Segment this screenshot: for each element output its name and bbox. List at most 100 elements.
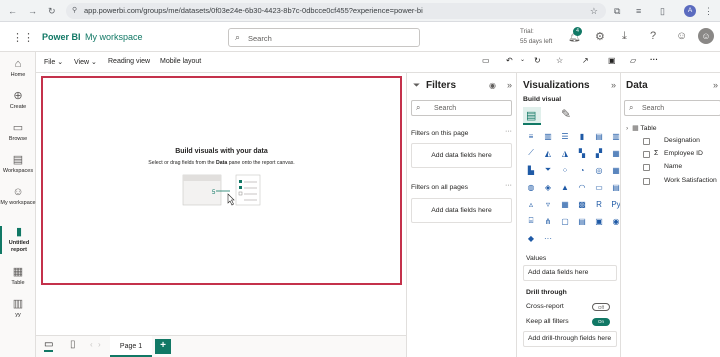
donut-icon[interactable]: ◎ [593, 164, 605, 176]
share-icon[interactable]: ↗ [582, 56, 589, 65]
refresh-icon[interactable]: ↻ [48, 5, 56, 17]
global-search[interactable]: ⌕ Search [228, 28, 420, 47]
site-info-icon[interactable]: ⚲ [72, 3, 77, 19]
app-launcher-icon[interactable]: ⋮⋮ [12, 31, 34, 44]
gauge-icon[interactable]: ◠ [576, 181, 588, 193]
get-more-visuals-icon[interactable]: ··· [542, 232, 554, 244]
bookmark-icon[interactable]: ☆ [556, 56, 563, 65]
workspace-link[interactable]: My workspace [85, 32, 143, 42]
undo-dropdown-icon[interactable]: ⌄ [520, 56, 525, 63]
drill-through-drop-zone[interactable]: Add drill-through fields here [523, 331, 617, 347]
sidebar-icon[interactable]: ▯ [660, 5, 665, 17]
phone-layout-icon[interactable]: ▯ [70, 339, 76, 350]
funnel-icon[interactable]: ⏷ [542, 164, 554, 176]
qa-icon[interactable]: ▢ [559, 215, 571, 227]
field-checkbox[interactable] [643, 138, 650, 145]
comment-icon[interactable]: ▱ [630, 56, 636, 65]
desktop-layout-icon[interactable]: ▭ [44, 339, 54, 352]
filters-all-more-icon[interactable]: ··· [505, 182, 512, 189]
feedback-icon[interactable]: ☺ [676, 30, 687, 42]
field-employee-id[interactable]: Employee ID [664, 150, 703, 157]
nav-untitled-report[interactable]: ▮ Untitled report [0, 226, 36, 254]
stacked-bar-icon[interactable]: ≡ [525, 130, 537, 142]
filled-map-icon[interactable]: ◈ [542, 181, 554, 193]
nav-create[interactable]: ⊕ Create [0, 90, 36, 110]
line-column-icon[interactable]: ▚ [576, 147, 588, 159]
filters-search[interactable]: ⌕ Search [411, 100, 512, 116]
format-visual-icon[interactable]: ✎ [561, 107, 571, 121]
browser-menu-icon[interactable]: ⋮ [704, 5, 713, 17]
field-work-satisfaction[interactable]: Work Satisfaction [664, 177, 717, 184]
waterfall-icon[interactable]: ▙ [525, 164, 537, 176]
field-checkbox[interactable] [643, 178, 650, 185]
tab-page-1[interactable]: Page 1 [110, 336, 152, 357]
filters-page-more-icon[interactable]: ··· [505, 128, 512, 135]
field-checkbox[interactable] [643, 151, 650, 158]
paginated-report-icon[interactable]: ▣ [593, 215, 605, 227]
r-script-icon[interactable]: R [593, 198, 605, 210]
collapse-viz-icon[interactable]: » [611, 80, 616, 90]
add-page-button[interactable]: + [155, 339, 171, 354]
stacked-area-icon[interactable]: ◮ [559, 147, 571, 159]
filters-visibility-icon[interactable]: ◉ [489, 81, 496, 90]
clustered-bar-icon[interactable]: ☰ [559, 130, 571, 142]
save-icon[interactable]: ▣ [608, 56, 616, 65]
field-checkbox[interactable] [643, 164, 650, 171]
nav-my-workspace[interactable]: ☺ My workspace [0, 186, 36, 207]
tab-search-icon[interactable]: ≡ [636, 5, 641, 17]
full-stacked-bar-icon[interactable]: ▤ [593, 130, 605, 142]
back-icon[interactable]: ← [8, 5, 17, 17]
slicer-icon[interactable]: ▿ [542, 198, 554, 210]
profile-avatar[interactable]: A [684, 5, 696, 17]
next-page-icon[interactable]: › [98, 340, 101, 349]
reading-view-button[interactable]: Reading view [108, 58, 150, 65]
chat-icon[interactable]: ▭ [482, 56, 490, 65]
azure-map-icon[interactable]: ▲ [559, 181, 571, 193]
settings-icon[interactable]: ⚙ [595, 30, 605, 43]
values-drop-zone[interactable]: Add data fields here [523, 265, 617, 281]
help-icon[interactable]: ? [650, 30, 656, 42]
bookmark-star-icon[interactable]: ☆ [590, 3, 598, 19]
brand-name[interactable]: Power BI [42, 32, 81, 42]
nav-browse[interactable]: ▭ Browse [0, 122, 36, 142]
card-icon[interactable]: ▭ [593, 181, 605, 193]
filters-page-drop-zone[interactable]: Add data fields here [411, 143, 512, 168]
line-chart-icon[interactable]: ⟋ [525, 147, 537, 159]
collapse-data-icon[interactable]: » [713, 80, 718, 90]
field-name[interactable]: Name [664, 163, 682, 170]
cross-report-toggle[interactable]: Off [592, 303, 610, 311]
power-apps-icon[interactable]: ◆ [525, 232, 537, 244]
nav-workspaces[interactable]: ▤ Workspaces [0, 154, 36, 174]
download-icon[interactable]: ⤓ [622, 30, 627, 43]
keep-filters-toggle[interactable]: On [592, 318, 610, 326]
decomposition-tree-icon[interactable]: ⋔ [542, 215, 554, 227]
collapse-filters-icon[interactable]: » [507, 80, 512, 90]
data-search[interactable]: ⌕ Search [624, 100, 720, 116]
clustered-column-icon[interactable]: ▮ [576, 130, 588, 142]
nav-home[interactable]: ⌂ Home [0, 58, 36, 78]
nav-table[interactable]: ▦ Table [0, 266, 36, 286]
nav-yy[interactable]: ▥ yy [0, 298, 36, 318]
kpi-icon[interactable]: ▵ [525, 198, 537, 210]
view-menu[interactable]: View ⌄ [74, 58, 97, 66]
pie-icon[interactable]: ◔ [576, 164, 588, 176]
prev-page-icon[interactable]: ‹ [90, 340, 93, 349]
more-options-icon[interactable]: ··· [650, 55, 658, 64]
scatter-icon[interactable]: ⁘ [559, 164, 571, 176]
address-bar[interactable]: ⚲ app.powerbi.com/groups/me/datasets/0f0… [66, 3, 606, 19]
account-icon[interactable]: ☺ [698, 28, 714, 44]
filters-all-drop-zone[interactable]: Add data fields here [411, 198, 512, 223]
key-influencers-icon[interactable]: ⌸ [525, 215, 537, 227]
smart-narrative-icon[interactable]: ▤ [576, 215, 588, 227]
build-visual-tab[interactable]: ▤ [523, 107, 541, 125]
forward-icon[interactable]: → [28, 5, 37, 17]
refresh-visuals-icon[interactable]: ↻ [534, 56, 541, 65]
area-chart-icon[interactable]: ◭ [542, 147, 554, 159]
report-canvas[interactable]: Build visuals with your data Select or d… [41, 76, 402, 285]
map-icon[interactable]: ◍ [525, 181, 537, 193]
mobile-layout-button[interactable]: Mobile layout [160, 58, 201, 65]
field-designation[interactable]: Designation [664, 137, 700, 144]
table-visual-icon[interactable]: ▦ [559, 198, 571, 210]
matrix-icon[interactable]: ▩ [576, 198, 588, 210]
line-clustered-icon[interactable]: ▞ [593, 147, 605, 159]
